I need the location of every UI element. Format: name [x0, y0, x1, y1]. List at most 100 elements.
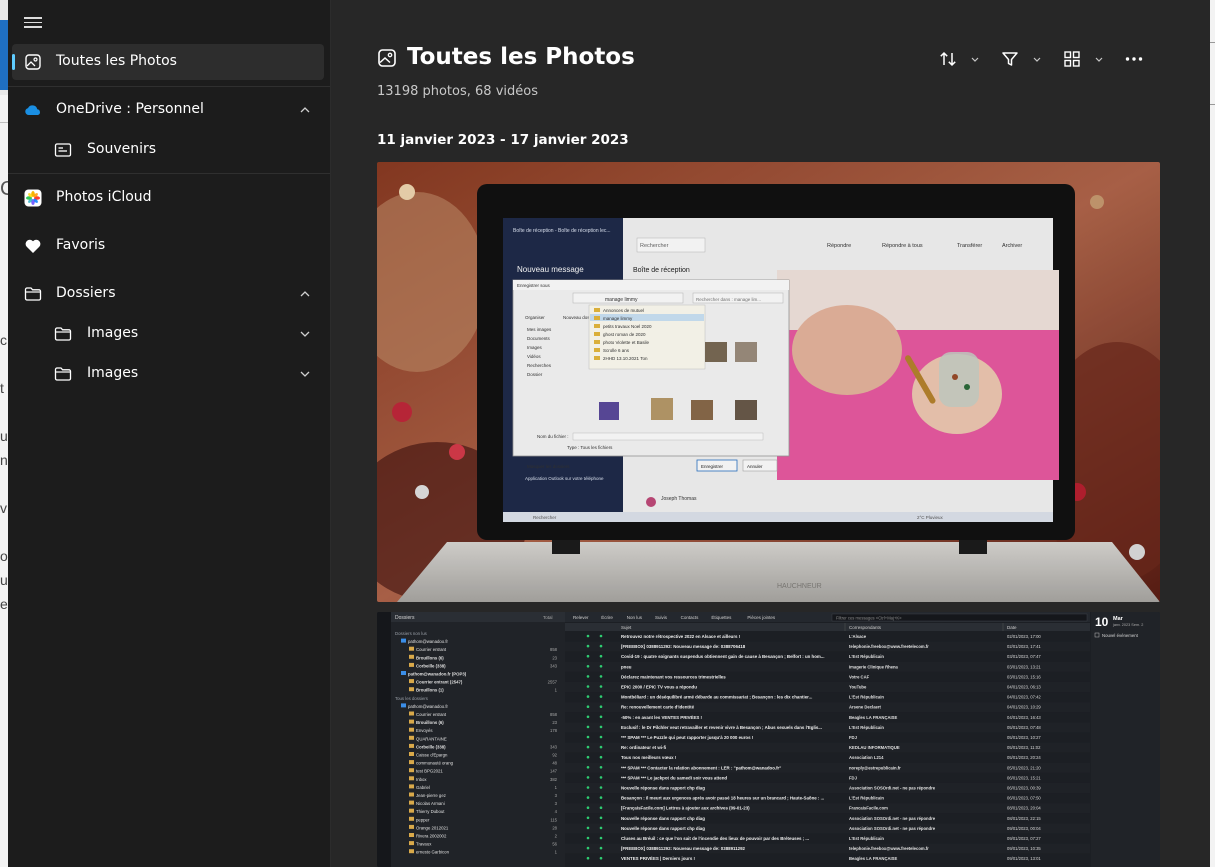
mail-message-date: 03/01/2023, 15:16: [1007, 674, 1041, 679]
mail-message-subject: EPIC 2000 / EPIC TV vous a répondu: [621, 685, 697, 690]
mail-folder-name: Travaux: [416, 842, 432, 847]
sidebar-item-favorites[interactable]: Favoris: [12, 228, 324, 264]
mail-message-date: 09/01/2023, 00:04: [1007, 826, 1041, 831]
mail-message-subject: [FREEBOX] 0388911292: Nouveau message de…: [621, 846, 746, 851]
chevron-up-icon[interactable]: [298, 287, 312, 301]
sidebar: Toutes les Photos OneDrive : Personnel S…: [8, 0, 331, 867]
background-window-right: [1210, 0, 1215, 867]
mail-toolbar-item: Relever: [573, 615, 589, 620]
mail-folder-icon: [409, 768, 414, 773]
sidebar-item-label: Dossiers: [56, 285, 116, 301]
mail-folder-count: 147: [550, 769, 558, 774]
mail-folder-count: 2557: [548, 680, 558, 685]
mail-folder-icon: [409, 760, 414, 765]
chevron-down-icon[interactable]: [298, 327, 312, 341]
sidebar-item-onedrive[interactable]: OneDrive : Personnel: [12, 92, 324, 128]
mail-status-dot: [599, 776, 603, 779]
mail-folder-name: test BPG2021: [416, 769, 443, 774]
background-window-divider: [1210, 42, 1215, 43]
mail-message-subject: Déclarez maintenant vos ressources trime…: [621, 674, 726, 679]
mail-calendar-pane: [1091, 612, 1160, 867]
mail-status-dot: [586, 685, 590, 688]
mail-folder-icon: [409, 841, 414, 846]
sidebar-item-folders[interactable]: Dossiers: [12, 276, 324, 312]
background-window-text: u: [0, 428, 8, 444]
mail-message-from: Beagles LA FRANÇAISE: [849, 856, 897, 861]
mail-message-subject: Re: ordinateur et wi-fi: [621, 745, 666, 750]
hamburger-menu-icon[interactable]: [24, 14, 42, 30]
mail-folder-icon: [409, 784, 414, 789]
mail-spaces-bar: [377, 612, 391, 867]
sidebar-item-label: Souvenirs: [87, 141, 157, 157]
more-options-button[interactable]: [1124, 48, 1144, 70]
mail-message-from: L'Est Républicain: [849, 725, 884, 730]
mail-status-dot: [599, 725, 603, 729]
mail-calendar-subtitle: janv. 2023 Sem. 2: [1112, 623, 1143, 627]
mail-status-dot: [599, 745, 603, 749]
mail-message-from: Imagerie Clinique Rhena: [849, 664, 899, 669]
mail-message-from: L'Est Républicain: [849, 836, 884, 841]
sort-button[interactable]: [938, 48, 982, 70]
chevron-down-icon: [1095, 57, 1103, 62]
mail-message-date: 09/01/2023, 10:35: [1007, 846, 1041, 851]
mail-folder-name: Corbeille (338): [416, 744, 446, 749]
mail-status-dot: [586, 836, 590, 840]
mail-folder-name: Dossiers non lus: [395, 631, 427, 636]
mail-message-from: L'Est Républicain: [849, 695, 884, 700]
onedrive-cloud-icon: [25, 105, 40, 115]
mail-folder-header: [391, 612, 565, 622]
background-window-text: u: [0, 572, 8, 588]
mail-folder-name: pathom@wanadoo.fr: [408, 704, 449, 709]
mail-status-dot: [599, 786, 603, 789]
mail-status-dot: [586, 735, 590, 739]
chevron-down-icon[interactable]: [298, 367, 312, 381]
mail-message-from: Association SOSOrdi.net - ne pas répondr…: [849, 826, 936, 831]
mail-status-dot: [599, 634, 603, 638]
grid-view-icon: [1064, 51, 1080, 67]
mail-folder-icon: [409, 816, 414, 821]
mail-status-dot: [586, 654, 590, 658]
mail-folder-icon: [409, 679, 414, 684]
mail-message-date: 06/01/2023, 15:21: [1007, 775, 1041, 780]
mail-status-dot: [586, 806, 590, 809]
sidebar-item-images-2[interactable]: Images: [12, 356, 324, 392]
view-layout-button[interactable]: [1062, 48, 1106, 70]
filter-icon: [1002, 52, 1018, 66]
icloud-photos-icon: [24, 189, 42, 207]
mail-message-date: 09/01/2023, 07:27: [1007, 836, 1041, 841]
sidebar-item-souvenirs[interactable]: Souvenirs: [12, 132, 324, 168]
filter-button[interactable]: [1000, 48, 1044, 70]
mail-message-from: Votre CAF: [849, 674, 870, 679]
mail-folder-icon: [401, 638, 406, 643]
mail-message-date: 02/01/2023, 17:00: [1007, 634, 1041, 639]
mail-message-date: 06/01/2023, 07:50: [1007, 796, 1041, 801]
mail-folder-name: Courrier entrant: [416, 712, 447, 717]
mail-message-subject: Tous nos meilleurs vœux !: [621, 755, 677, 760]
mail-folder-name: Caisse d'Epargn: [416, 753, 448, 758]
mail-message-from: telephonie.freebox@www.freetelecom.fr: [849, 644, 929, 649]
memories-icon: [54, 143, 72, 157]
mail-message-from: YouTube: [849, 685, 867, 690]
mail-calendar-day: 10: [1095, 615, 1109, 629]
sidebar-item-all-photos[interactable]: Toutes les Photos: [12, 44, 324, 80]
mail-folder-icon: [409, 727, 414, 732]
photo-thumbnail[interactable]: HAUCHNEUR Boîte de réception - Boîte de …: [377, 162, 1160, 602]
mail-message-date: 08/01/2023, 22:15: [1007, 816, 1041, 821]
mail-folder-icon: [409, 824, 414, 829]
mail-message-from: FrancaisFacile.com: [849, 806, 888, 811]
sidebar-item-images-1[interactable]: Images: [12, 316, 324, 352]
mail-status-dot: [586, 846, 590, 850]
mail-message-from: Association SOSOrdi.net - ne pas répondr…: [849, 816, 936, 821]
photo-thumbnail[interactable]: Dossiers Total Relever Écrire Non lus Suivis C…: [377, 612, 1160, 867]
mail-status-dot: [599, 856, 603, 860]
mail-message-date: 05/01/2023, 20:24: [1007, 755, 1041, 760]
mail-folder-name: pathom@wanadoo.fr: [408, 639, 449, 644]
sidebar-item-icloud[interactable]: Photos iCloud: [12, 180, 324, 216]
mail-folder-name: Gabriel: [416, 785, 430, 790]
mail-folder-icon: [409, 711, 414, 716]
mail-status-dot: [599, 685, 603, 688]
mail-message-from: Association SOSOrdi.net - ne pas répondr…: [849, 786, 936, 791]
background-window-text: t: [0, 380, 4, 396]
chevron-up-icon[interactable]: [298, 103, 312, 117]
date-group-header: 11 janvier 2023 - 17 janvier 2023: [377, 132, 629, 148]
